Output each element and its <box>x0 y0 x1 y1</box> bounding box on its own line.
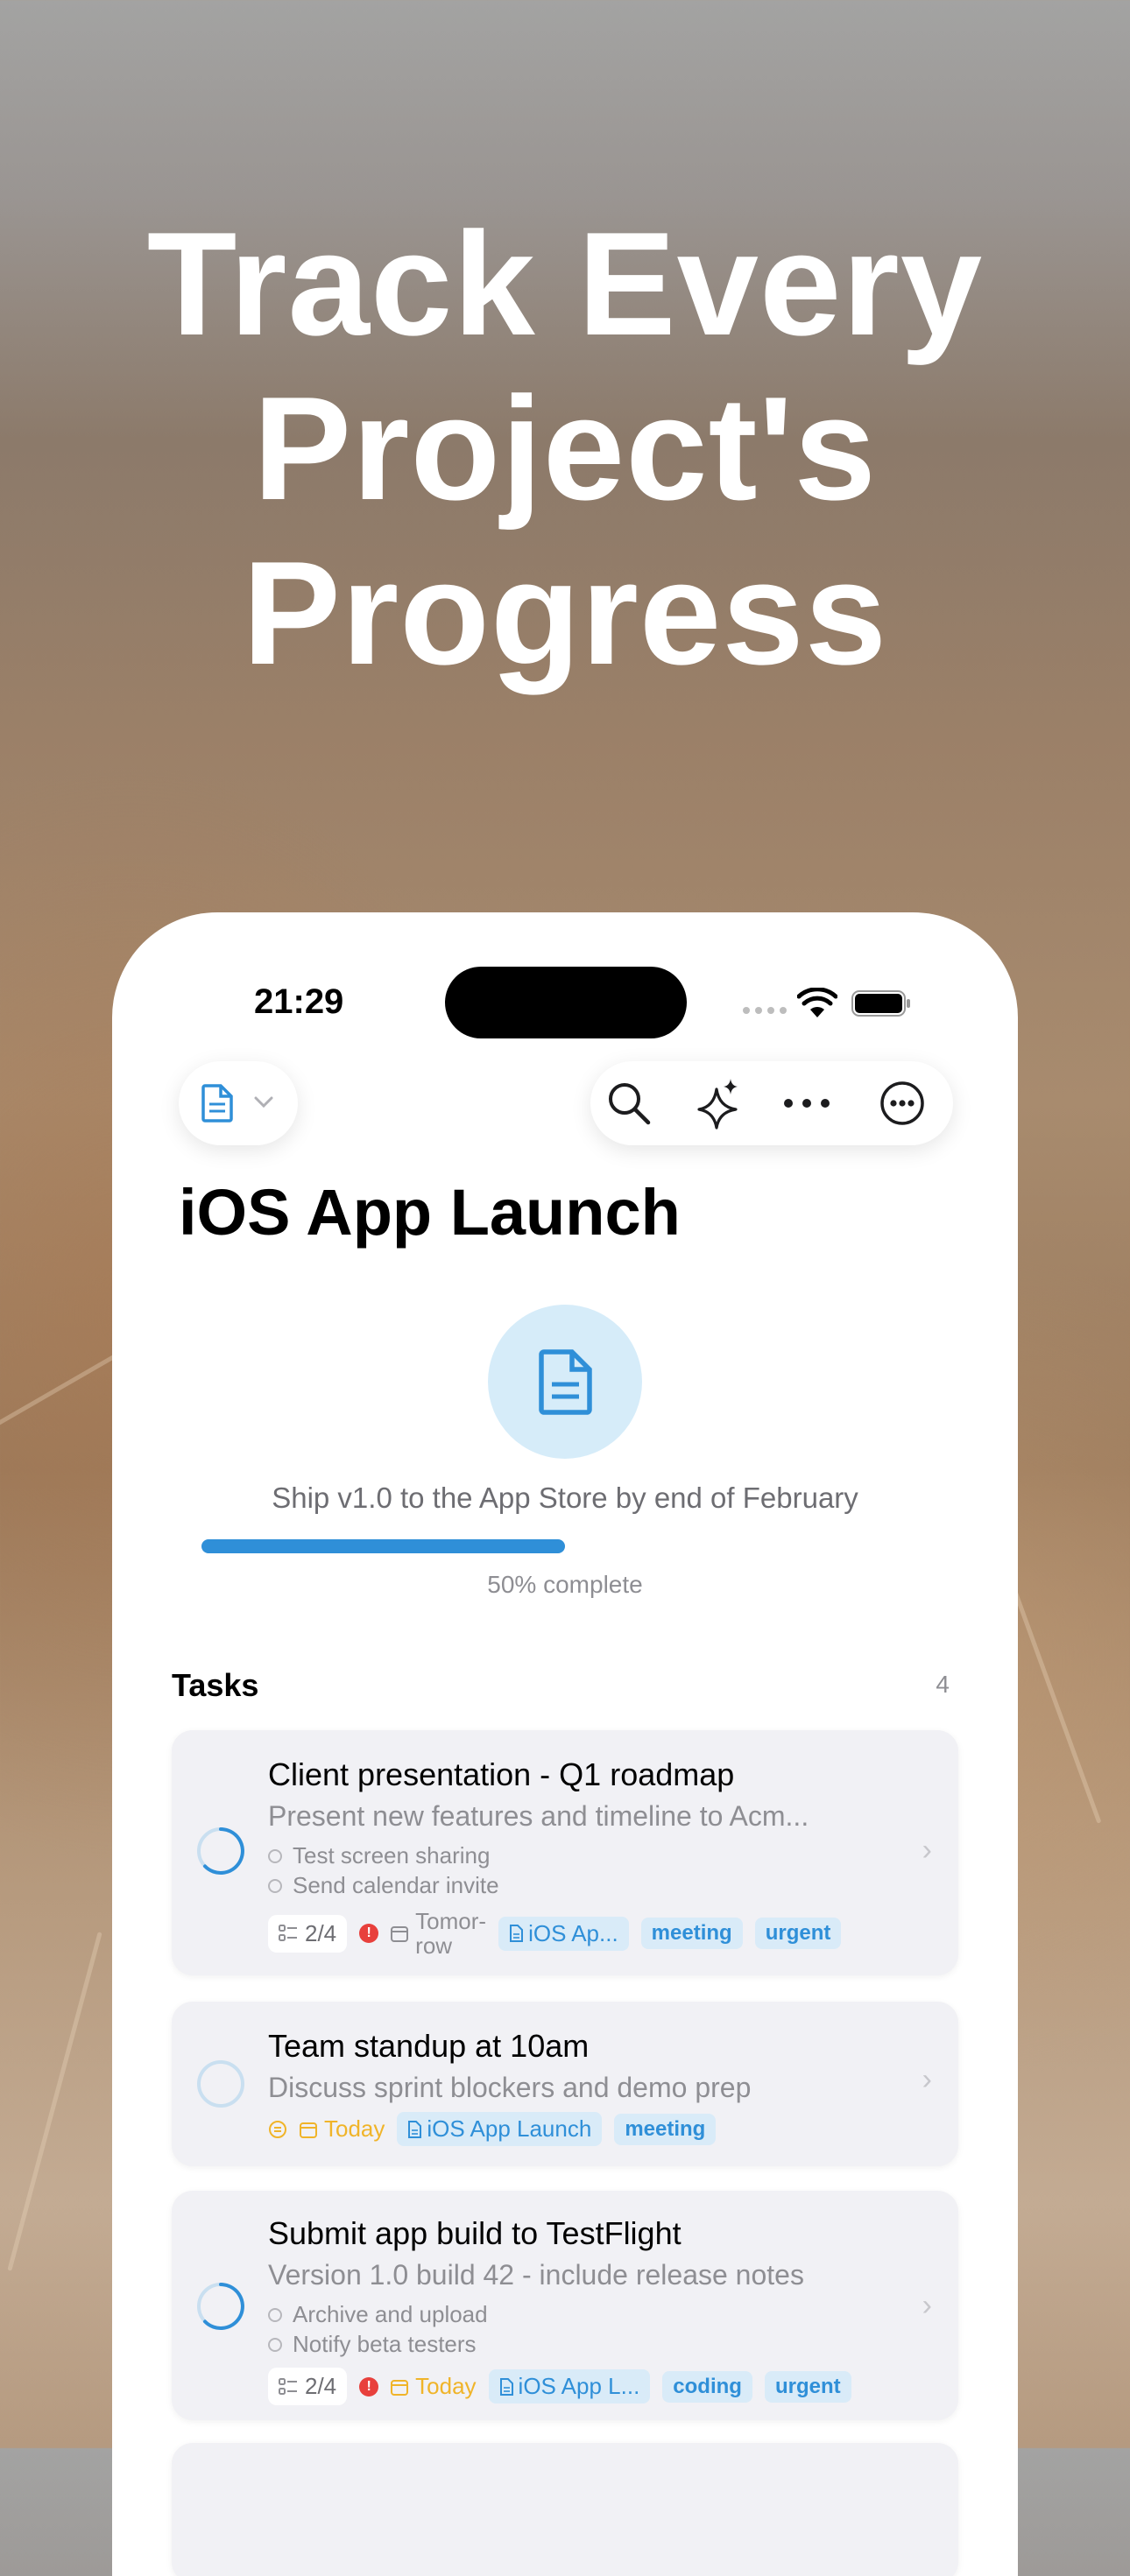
priority-high-icon: ! <box>359 1924 379 1943</box>
chevron-right-icon: › <box>922 2289 932 2322</box>
checklist-icon <box>279 1925 297 1941</box>
task-progress-ring-icon[interactable] <box>196 2059 245 2108</box>
task-meta-row: 2/4 ! Tomor- row iOS Ap... meeting urgen <box>268 1909 842 1958</box>
toolbar-actions <box>590 1061 953 1145</box>
calendar-icon <box>391 1926 409 1942</box>
chevron-right-icon: › <box>922 1833 932 1867</box>
more-circle-icon[interactable] <box>879 1080 925 1126</box>
tag-meeting[interactable]: meeting <box>614 2113 717 2145</box>
project-tag-label: iOS App L... <box>518 2373 640 2399</box>
chevron-right-icon: › <box>922 2063 932 2096</box>
chevron-down-icon <box>254 1096 273 1109</box>
task-meta-row: 2/4 ! Today iOS App L... coding urgent <box>268 2368 851 2405</box>
project-tag-label: iOS App Launch <box>427 2115 592 2142</box>
document-icon <box>499 2377 513 2396</box>
status-time: 21:29 <box>254 982 344 1021</box>
headline-line-2: Project's <box>253 366 877 531</box>
task-title: Submit app build to TestFlight <box>268 2215 682 2251</box>
sparkles-icon[interactable] <box>696 1077 743 1130</box>
tasks-count: 4 <box>936 1671 950 1698</box>
task-progress-ring-icon[interactable] <box>196 1826 245 1876</box>
headline-line-1: Track Every <box>146 201 984 366</box>
tag-urgent[interactable]: urgent <box>754 1918 842 1949</box>
checklist-icon <box>279 2377 297 2395</box>
task-card[interactable]: Team standup at 10am Discuss sprint bloc… <box>172 2002 958 2166</box>
subtask-checkbox[interactable] <box>268 2307 282 2322</box>
subtask-label: Test screen sharing <box>293 1842 491 1869</box>
subtask-checkbox[interactable] <box>268 1878 282 1893</box>
project-menu-button[interactable] <box>179 1061 298 1145</box>
search-icon[interactable] <box>606 1080 652 1126</box>
project-tag[interactable]: iOS Ap... <box>498 1916 629 1951</box>
battery-icon <box>851 990 910 1017</box>
subtask-item[interactable]: Test screen sharing <box>268 1842 490 1869</box>
background-stem <box>7 1932 102 2271</box>
progress-label: 50% complete <box>487 1571 643 1598</box>
checklist-count: 2/4 <box>305 1919 337 1946</box>
marketing-headline: Track Every Project's Progress <box>0 201 1130 695</box>
priority-medium-icon <box>269 2120 286 2138</box>
priority-high-icon: ! <box>359 2376 379 2397</box>
subtask-item[interactable]: Archive and upload <box>268 2301 488 2328</box>
project-icon[interactable] <box>488 1305 642 1459</box>
subtask-item[interactable]: Notify beta testers <box>268 2331 477 2358</box>
subtask-checkbox[interactable] <box>268 2337 282 2352</box>
due-date: Tomor- row <box>391 1909 486 1958</box>
progress-fill <box>201 1539 565 1553</box>
phone-screen: 21:29 iOS App Launch Ship v1.0 to the Ap… <box>112 912 1018 2576</box>
task-title: Team standup at 10am <box>268 2028 590 2064</box>
task-card[interactable]: Client presentation - Q1 roadmap Present… <box>172 1730 958 1975</box>
project-tag-label: iOS Ap... <box>528 1919 618 1946</box>
task-description: Version 1.0 build 42 - include release n… <box>268 2259 804 2291</box>
tag-meeting[interactable]: meeting <box>640 1918 743 1949</box>
checklist-count: 2/4 <box>305 2373 337 2399</box>
project-tag[interactable]: iOS App L... <box>488 2369 651 2404</box>
project-title: iOS App Launch <box>179 1176 681 1249</box>
document-icon <box>539 1349 592 1415</box>
due-date: Today <box>300 2115 385 2143</box>
document-icon <box>510 1925 524 1942</box>
cellular-signal-icon <box>743 1007 787 1014</box>
tag-urgent[interactable]: urgent <box>764 2370 851 2403</box>
checklist-chip: 2/4 <box>268 1914 348 1953</box>
document-icon <box>201 1084 233 1123</box>
subtask-label: Archive and upload <box>293 2301 488 2327</box>
wifi-icon <box>797 988 837 1017</box>
headline-line-3: Progress <box>242 531 888 695</box>
project-description: Ship v1.0 to the App Store by end of Feb… <box>272 1482 858 1514</box>
tag-coding[interactable]: coding <box>662 2370 752 2403</box>
task-meta-row: Today iOS App Launch meeting <box>268 2112 717 2146</box>
subtask-item[interactable]: Send calendar invite <box>268 1872 499 1899</box>
task-description: Present new features and timeline to Acm… <box>268 1800 809 1832</box>
task-title: Client presentation - Q1 roadmap <box>268 1756 735 1792</box>
more-icon[interactable] <box>783 1098 830 1109</box>
due-date-label: Tomor- row <box>415 1908 487 1959</box>
checklist-chip: 2/4 <box>268 2368 348 2405</box>
subtask-checkbox[interactable] <box>268 1848 282 1863</box>
task-description: Discuss sprint blockers and demo prep <box>268 2072 752 2103</box>
calendar-icon <box>300 2122 317 2138</box>
document-icon <box>408 2120 422 2138</box>
due-date-label: Today <box>415 2373 477 2399</box>
calendar-icon <box>391 2379 409 2396</box>
task-progress-ring-icon[interactable] <box>196 2282 245 2331</box>
due-date: Today <box>391 2373 477 2400</box>
subtask-label: Notify beta testers <box>293 2331 477 2357</box>
project-progress-bar <box>201 1539 929 1553</box>
project-tag[interactable]: iOS App Launch <box>397 2112 603 2146</box>
subtask-label: Send calendar invite <box>293 1872 499 1898</box>
task-card[interactable]: Submit app build to TestFlight Version 1… <box>172 2191 958 2420</box>
dynamic-island <box>445 967 687 1038</box>
task-card[interactable] <box>172 2443 958 2576</box>
due-date-label: Today <box>324 2115 385 2142</box>
tasks-heading: Tasks <box>172 1667 259 1703</box>
